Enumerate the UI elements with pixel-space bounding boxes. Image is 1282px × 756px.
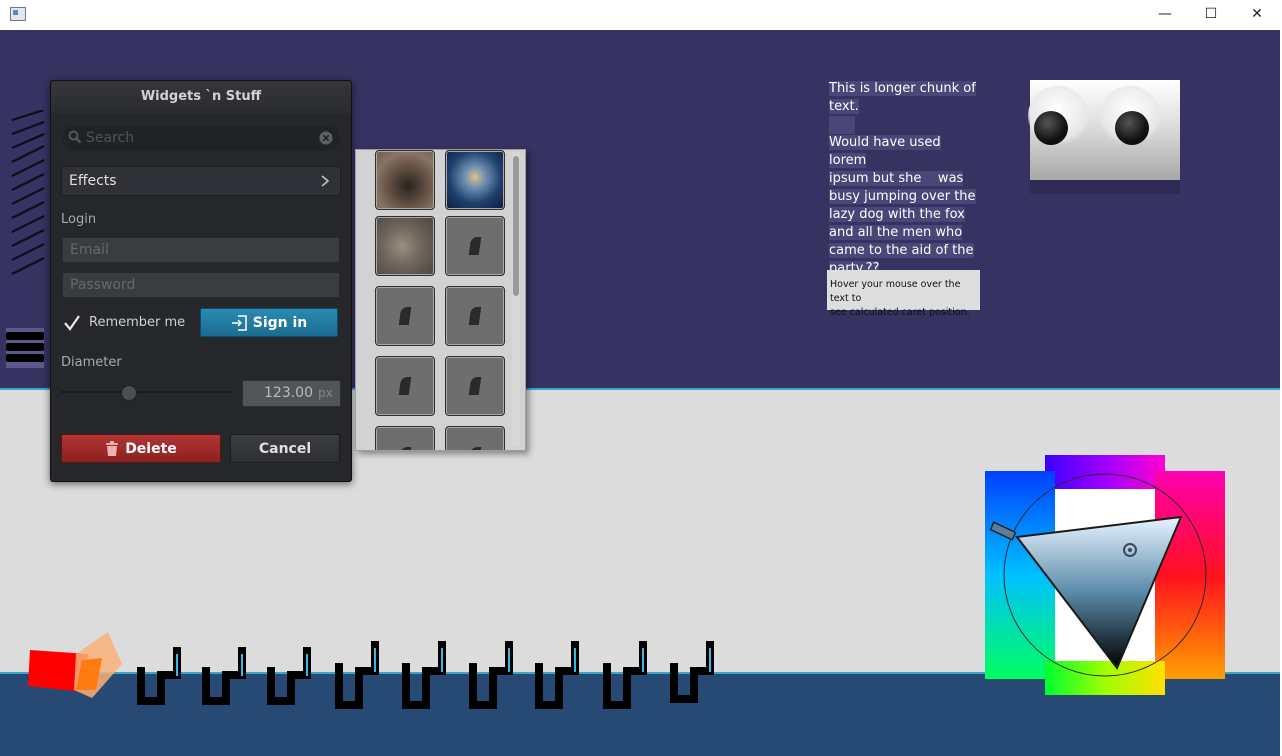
remember-me-checkbox[interactable] [63,314,81,332]
maximize-button[interactable]: ☐ [1188,0,1234,28]
caret-hint-box: Hover your mouse over the text to see ca… [827,270,980,318]
search-icon [68,130,82,144]
left-pupil [1034,111,1068,145]
remember-me-label[interactable]: Remember me [89,314,185,332]
caret-hint-line: Hover your mouse over the text to [830,279,961,304]
thumbnail-jellyfish[interactable] [445,150,505,210]
thumbnail-empty[interactable] [445,286,505,346]
color-wheel[interactable] [985,455,1225,695]
text-line: ipsum but she was [829,171,964,186]
stack-icon [6,328,44,368]
text-blank-line [829,116,855,134]
zigzag-shapes-decoration [137,641,714,709]
eyes-widget [1028,80,1180,180]
overlapping-blocks-decoration [28,632,122,698]
text-line: lazy dog with the fox [829,207,965,222]
diameter-unit: px [318,386,333,400]
right-pupil [1115,111,1149,145]
email-placeholder: Email [70,242,109,258]
image-grid-popup [355,149,526,451]
diameter-slider-handle[interactable] [121,385,137,401]
diameter-slider-track[interactable] [61,391,231,393]
thumbnail-empty[interactable] [445,216,505,276]
text-line: and all the men who [829,225,963,240]
delete-button[interactable]: Delete [61,434,221,463]
login-label: Login [61,212,97,227]
widgets-panel: Widgets `n Stuff Search Effects Login Em… [50,80,352,482]
diameter-input[interactable]: 123.00 px [242,380,341,407]
caret-hint-line: see calculated caret position. [830,307,970,318]
chevron-right-icon [321,175,330,187]
hatch-lines-decoration [11,110,45,275]
eyes-shadow [1030,180,1180,194]
sign-in-icon [231,314,247,331]
trash-icon [106,440,119,456]
effects-menu-button[interactable]: Effects [61,166,341,196]
password-placeholder: Password [70,277,136,293]
clear-icon[interactable] [319,131,333,145]
check-icon [64,315,80,331]
thumbnail-animal[interactable] [375,216,435,276]
minimize-button[interactable]: — [1142,0,1188,28]
text-line: came to the aid of the [829,243,974,258]
text-line: text. [829,99,859,114]
grid-scroll-thumb[interactable] [513,156,519,296]
thumbnail-empty[interactable] [445,426,505,450]
diameter-label: Diameter [61,355,122,370]
email-field[interactable]: Email [62,237,340,263]
search-placeholder: Search [86,130,135,146]
window-titlebar: — ☐ ✕ [0,0,1282,30]
panel-title: Widgets `n Stuff [51,81,351,113]
long-text-block[interactable]: This is longer chunk of text. Would have… [829,80,979,278]
thumbnail-empty[interactable] [375,286,435,346]
diameter-value: 123.00 [264,385,313,401]
sign-in-label: Sign in [252,314,308,331]
thumbnail-empty[interactable] [375,426,435,450]
text-line: Would have used lorem [829,135,941,168]
effects-label: Effects [69,173,117,189]
password-field[interactable]: Password [62,272,340,298]
delete-label: Delete [125,440,177,457]
search-input[interactable]: Search [62,125,340,151]
thumbnail-empty[interactable] [375,356,435,416]
close-button[interactable]: ✕ [1234,0,1280,28]
text-line: This is longer chunk of [829,81,976,96]
app-icon [10,7,26,21]
text-line: busy jumping over the [829,189,976,204]
thumbnail-dog-nose[interactable] [375,150,435,210]
cancel-button[interactable]: Cancel [230,434,340,463]
thumbnail-empty[interactable] [445,356,505,416]
sign-in-button[interactable]: Sign in [200,308,338,337]
